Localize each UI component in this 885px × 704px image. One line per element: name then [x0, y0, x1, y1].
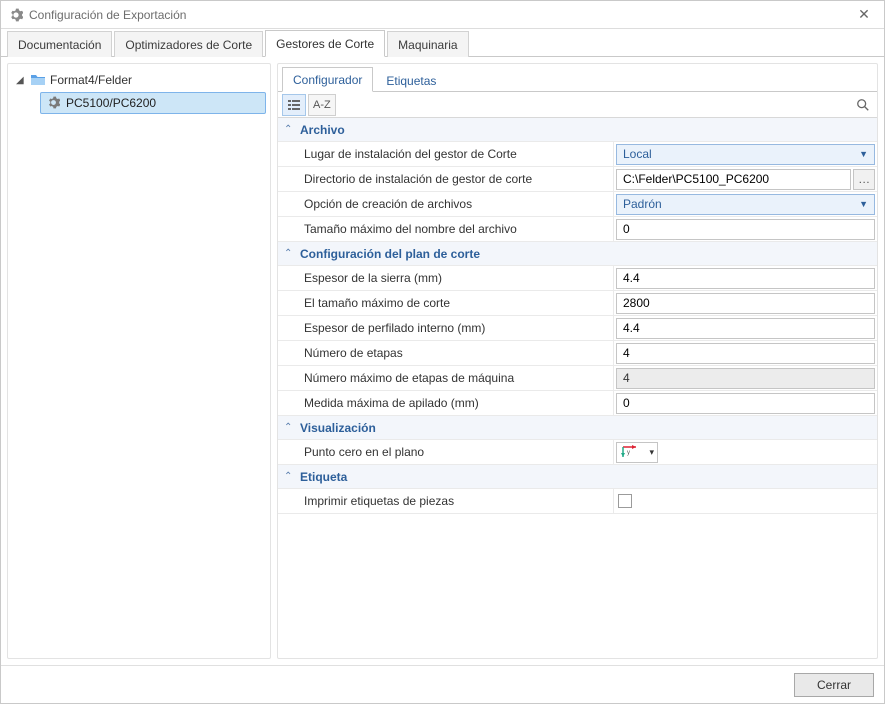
ellipsis-icon: …: [858, 172, 870, 186]
prop-row-max-filename: Tamaño máximo del nombre del archivo: [278, 217, 877, 242]
install-location-select[interactable]: Local ▼: [616, 144, 875, 165]
prop-row-internal-profile-thickness: Espesor de perfilado interno (mm): [278, 316, 877, 341]
group-header-archivo[interactable]: ⌃ Archivo: [278, 118, 877, 142]
chevron-down-icon[interactable]: ◢: [16, 75, 26, 86]
prop-row-num-stages: Número de etapas: [278, 341, 877, 366]
chevron-down-icon: ▾: [649, 447, 654, 458]
footer: Cerrar: [1, 665, 884, 703]
prop-row-max-stack: Medida máxima de apilado (mm): [278, 391, 877, 416]
alphabetical-view-button[interactable]: A-Z: [308, 94, 336, 116]
subtab-configurador[interactable]: Configurador: [282, 67, 373, 92]
prop-row-install-location: Lugar de instalación del gestor de Corte…: [278, 142, 877, 167]
titlebar: Configuración de Exportación ✕: [1, 1, 884, 29]
prop-label: Número de etapas: [278, 341, 614, 365]
window-close-button[interactable]: ✕: [852, 6, 876, 23]
prop-label: Espesor de la sierra (mm): [278, 266, 614, 290]
tree-root-label: Format4/Felder: [50, 73, 132, 87]
prop-label: Directorio de instalación de gestor de c…: [278, 167, 614, 191]
tree-item-label: PC5100/PC6200: [66, 96, 156, 110]
chevron-up-icon: ⌃: [284, 248, 294, 259]
prop-label: Número máximo de etapas de máquina: [278, 366, 614, 390]
tab-maquinaria[interactable]: Maquinaria: [387, 31, 468, 57]
prop-label: Espesor de perfilado interno (mm): [278, 316, 614, 340]
prop-row-file-create-option: Opción de creación de archivos Padrón ▼: [278, 192, 877, 217]
internal-profile-thickness-input[interactable]: [616, 318, 875, 339]
subtab-etiquetas[interactable]: Etiquetas: [375, 68, 447, 92]
origin-icon: y: [620, 444, 640, 460]
tab-gestores[interactable]: Gestores de Corte: [265, 30, 385, 57]
folder-icon: [30, 73, 46, 87]
chevron-down-icon: ▼: [859, 149, 868, 159]
max-stack-input[interactable]: [616, 393, 875, 414]
group-title-archivo: Archivo: [300, 123, 345, 137]
prop-row-max-cut-size: El tamaño máximo de corte: [278, 291, 877, 316]
property-search-field[interactable]: [342, 95, 847, 115]
prop-label: Tamaño máximo del nombre del archivo: [278, 217, 614, 241]
tab-optimizadores[interactable]: Optimizadores de Corte: [114, 31, 263, 57]
gear-icon: [47, 96, 61, 110]
browse-button[interactable]: …: [853, 169, 875, 190]
categorized-view-icon: [287, 98, 301, 112]
group-header-plan[interactable]: ⌃ Configuración del plan de corte: [278, 242, 877, 266]
num-stages-input[interactable]: [616, 343, 875, 364]
file-create-option-select[interactable]: Padrón ▼: [616, 194, 875, 215]
print-labels-checkbox[interactable]: [618, 494, 632, 508]
main-tabstrip: Documentación Optimizadores de Corte Ges…: [1, 29, 884, 57]
property-search-input[interactable]: [342, 95, 847, 115]
chevron-down-icon: ▼: [859, 199, 868, 209]
tab-documentacion[interactable]: Documentación: [7, 31, 112, 57]
zero-point-picker[interactable]: y ▾: [616, 442, 658, 463]
prop-label: Imprimir etiquetas de piezas: [278, 489, 614, 513]
group-title-visual: Visualización: [300, 421, 376, 435]
property-grid: ⌃ Archivo Lugar de instalación del gesto…: [278, 118, 877, 658]
categorized-view-button[interactable]: [282, 94, 306, 116]
prop-label: Punto cero en el plano: [278, 440, 614, 464]
close-button[interactable]: Cerrar: [794, 673, 874, 697]
prop-row-zero-point: Punto cero en el plano y ▾: [278, 440, 877, 465]
prop-row-install-dir: Directorio de instalación de gestor de c…: [278, 167, 877, 192]
content-body: ◢ Format4/Felder PC5100/PC6200 Configura…: [1, 57, 884, 665]
prop-label: Opción de creación de archivos: [278, 192, 614, 216]
gear-icon: [9, 8, 23, 22]
group-header-visual[interactable]: ⌃ Visualización: [278, 416, 877, 440]
details-panel: Configurador Etiquetas A-Z ⌃ Archivo: [277, 63, 878, 659]
max-filename-input[interactable]: [616, 219, 875, 240]
prop-row-saw-thickness: Espesor de la sierra (mm): [278, 266, 877, 291]
prop-label: Medida máxima de apilado (mm): [278, 391, 614, 415]
property-toolbar: A-Z: [278, 92, 877, 118]
manufacturer-tree: ◢ Format4/Felder PC5100/PC6200: [7, 63, 271, 659]
chevron-up-icon: ⌃: [284, 124, 294, 135]
window-title: Configuración de Exportación: [29, 8, 852, 22]
saw-thickness-input[interactable]: [616, 268, 875, 289]
chevron-up-icon: ⌃: [284, 471, 294, 482]
group-title-plan: Configuración del plan de corte: [300, 247, 480, 261]
chevron-up-icon: ⌃: [284, 422, 294, 433]
prop-label: Lugar de instalación del gestor de Corte: [278, 142, 614, 166]
tree-root-node[interactable]: ◢ Format4/Felder: [12, 70, 266, 90]
install-dir-input[interactable]: [616, 169, 851, 190]
svg-text:y: y: [627, 450, 630, 456]
tree-item-pc5100-pc6200[interactable]: PC5100/PC6200: [40, 92, 266, 114]
group-title-etiqueta: Etiqueta: [300, 470, 347, 484]
max-machine-stages-input: [616, 368, 875, 389]
prop-row-max-machine-stages: Número máximo de etapas de máquina: [278, 366, 877, 391]
search-icon[interactable]: [853, 98, 873, 112]
export-configuration-window: Configuración de Exportación ✕ Documenta…: [0, 0, 885, 704]
prop-row-print-labels: Imprimir etiquetas de piezas: [278, 489, 877, 514]
group-header-etiqueta[interactable]: ⌃ Etiqueta: [278, 465, 877, 489]
sub-tabstrip: Configurador Etiquetas: [278, 64, 877, 92]
prop-label: El tamaño máximo de corte: [278, 291, 614, 315]
max-cut-size-input[interactable]: [616, 293, 875, 314]
